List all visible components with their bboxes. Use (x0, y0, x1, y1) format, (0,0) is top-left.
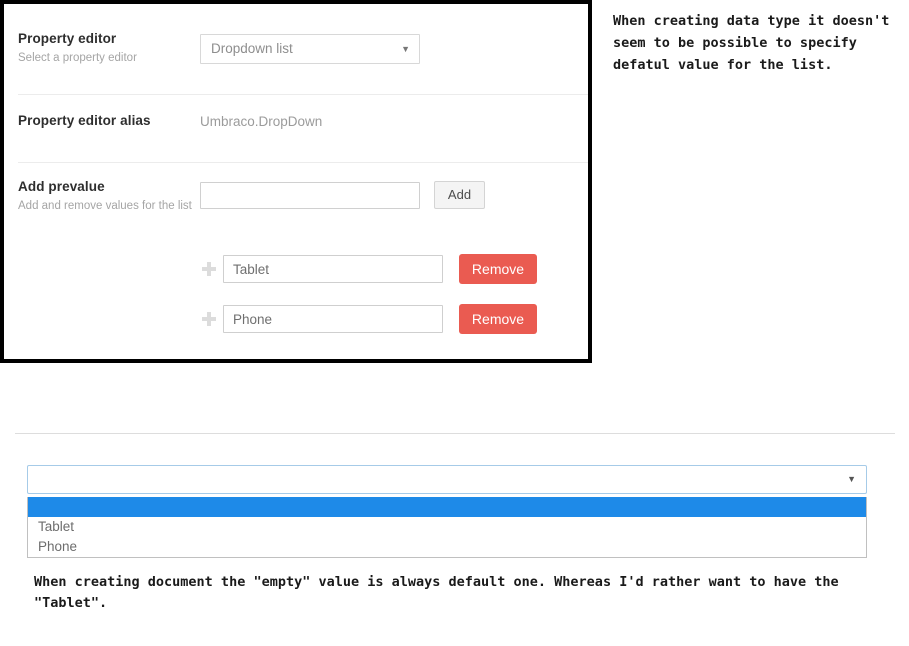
add-prevalue-label: Add prevalue (18, 179, 105, 194)
divider-1 (18, 94, 588, 95)
dropdown-option-empty[interactable] (28, 497, 866, 517)
panel-inner: Property editor Select a property editor… (4, 4, 588, 359)
prevalue-input-phone[interactable] (223, 305, 443, 333)
add-prevalue-input[interactable] (200, 181, 420, 209)
chevron-down-icon: ▼ (401, 44, 410, 54)
property-editor-label-col: Property editor Select a property editor (18, 30, 193, 65)
section-divider (15, 433, 895, 434)
remove-button-tablet[interactable]: Remove (459, 254, 537, 284)
property-editor-value-col: Dropdown list ▼ (200, 34, 420, 64)
add-prevalue-value-col: Add (200, 181, 485, 209)
row-add-prevalue: Add prevalue Add and remove values for t… (4, 178, 588, 238)
property-editor-select[interactable]: Dropdown list ▼ (200, 34, 420, 64)
document-dropdown-select[interactable]: ▼ (27, 465, 867, 494)
chevron-down-icon: ▼ (847, 474, 856, 484)
add-prevalue-button[interactable]: Add (434, 181, 485, 209)
row-property-editor: Property editor Select a property editor… (4, 30, 588, 94)
remove-button-phone[interactable]: Remove (459, 304, 537, 334)
drag-move-icon[interactable] (200, 310, 218, 328)
annotation-bottom-text: When creating document the "empty" value… (34, 574, 847, 611)
property-editor-alias-value: Umbraco.DropDown (200, 114, 323, 129)
property-editor-panel: Property editor Select a property editor… (0, 0, 592, 363)
annotation-top-text: When creating data type it doesn't seem … (613, 13, 898, 73)
row-property-editor-alias: Property editor alias Umbraco.DropDown (4, 112, 588, 162)
property-editor-description: Select a property editor (18, 52, 137, 64)
drag-move-icon[interactable] (200, 260, 218, 278)
property-editor-select-value: Dropdown list (211, 41, 293, 56)
prevalue-row-tablet: Remove (200, 254, 537, 284)
add-prevalue-description: Add and remove values for the list (18, 200, 192, 212)
property-editor-alias-label: Property editor alias (18, 113, 151, 128)
dropdown-option-tablet[interactable]: Tablet (28, 517, 866, 537)
prevalue-input-tablet[interactable] (223, 255, 443, 283)
property-editor-label: Property editor (18, 31, 117, 46)
property-editor-alias-label-col: Property editor alias (18, 112, 193, 130)
add-prevalue-label-col: Add prevalue Add and remove values for t… (18, 178, 193, 213)
prevalue-row-phone: Remove (200, 304, 537, 334)
document-dropdown-options: Tablet Phone (27, 497, 867, 558)
document-dropdown-wrapper: ▼ Tablet Phone (27, 465, 867, 574)
dropdown-option-phone[interactable]: Phone (28, 537, 866, 557)
property-editor-alias-value-col: Umbraco.DropDown (200, 112, 322, 132)
divider-2 (18, 162, 588, 163)
